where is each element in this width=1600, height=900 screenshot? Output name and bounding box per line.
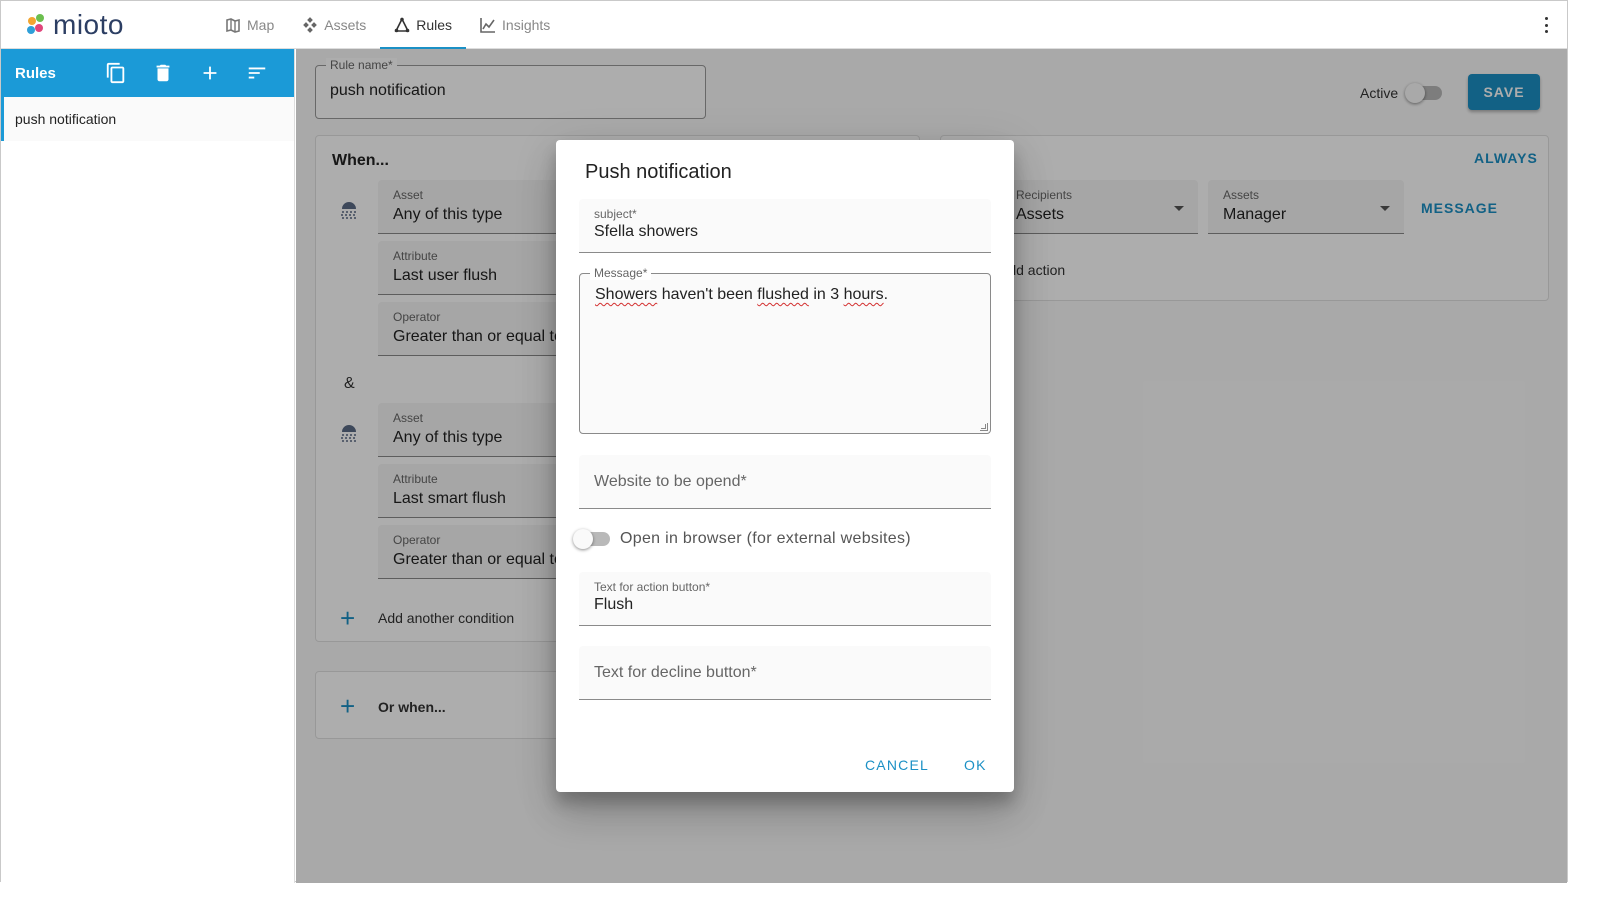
rules-icon <box>394 17 410 33</box>
sort-rules-button[interactable] <box>233 49 280 97</box>
add-rule-button[interactable] <box>186 49 233 97</box>
nav-rules-label: Rules <box>416 17 453 33</box>
nav-assets[interactable]: Assets <box>288 1 380 49</box>
message-text: in 3 <box>808 286 844 303</box>
delete-rule-button[interactable] <box>139 49 186 97</box>
action-button-text-field[interactable]: Text for action button* Flush <box>579 572 991 626</box>
nav-map[interactable]: Map <box>211 1 288 49</box>
ok-button[interactable]: OK <box>964 757 987 773</box>
top-app-bar: mioto Map Assets Rules Insights <box>1 1 1567 50</box>
main-nav: Map Assets Rules Insights <box>211 1 564 50</box>
website-placeholder: Website to be opend* <box>594 473 747 490</box>
nav-assets-label: Assets <box>324 17 367 33</box>
nav-insights-label: Insights <box>502 17 551 33</box>
action-button-value: Flush <box>594 596 634 613</box>
logo[interactable]: mioto <box>23 9 124 40</box>
nav-rules[interactable]: Rules <box>380 1 466 50</box>
sort-icon <box>248 67 265 79</box>
sidebar-title: Rules <box>15 64 56 82</box>
cancel-button[interactable]: CANCEL <box>865 757 929 773</box>
insights-icon <box>480 18 496 33</box>
misspelled-word: flushed <box>757 286 809 303</box>
nav-map-label: Map <box>247 17 275 33</box>
decline-placeholder: Text for decline button* <box>594 664 757 681</box>
sidebar-item-push-notification[interactable]: push notification <box>1 97 294 141</box>
dialog-title: Push notification <box>585 161 732 183</box>
subject-field[interactable]: subject* Sfella showers <box>579 199 991 253</box>
logo-text: mioto <box>53 9 124 40</box>
more-menu-icon[interactable] <box>1543 17 1549 33</box>
open-in-browser-toggle[interactable] <box>573 529 610 549</box>
add-icon <box>203 66 216 80</box>
push-notification-dialog: Push notification subject* Sfella shower… <box>556 140 1014 792</box>
sidebar-header: Rules <box>1 49 294 97</box>
website-field[interactable]: Website to be opend* <box>579 455 991 509</box>
decline-button-text-field[interactable]: Text for decline button* <box>579 646 991 700</box>
mioto-logo-icon <box>27 14 44 34</box>
rules-sidebar: Rules push notification <box>1 49 295 883</box>
message-textarea[interactable]: Message* Showers haven't been flushed in… <box>579 266 991 434</box>
copy-icon <box>106 62 124 84</box>
message-label: Message* <box>590 266 652 280</box>
misspelled-word: Showers <box>595 286 658 303</box>
resize-handle[interactable] <box>980 423 988 431</box>
nav-insights[interactable]: Insights <box>466 1 564 49</box>
misspelled-word: hours <box>843 286 884 303</box>
map-icon <box>226 18 240 33</box>
open-in-browser-label: Open in browser (for external websites) <box>620 530 911 547</box>
message-value: Showers haven't been flushed in 3 hours. <box>595 286 888 304</box>
message-text: . <box>883 286 889 303</box>
subject-value: Sfella showers <box>594 223 699 240</box>
delete-icon <box>156 64 169 82</box>
subject-label: subject* <box>594 207 637 221</box>
sidebar-item-label: push notification <box>15 111 117 127</box>
assets-icon <box>303 17 318 33</box>
action-button-label: Text for action button* <box>594 580 711 594</box>
copy-rule-button[interactable] <box>92 49 139 97</box>
message-text: haven't been <box>657 286 758 303</box>
